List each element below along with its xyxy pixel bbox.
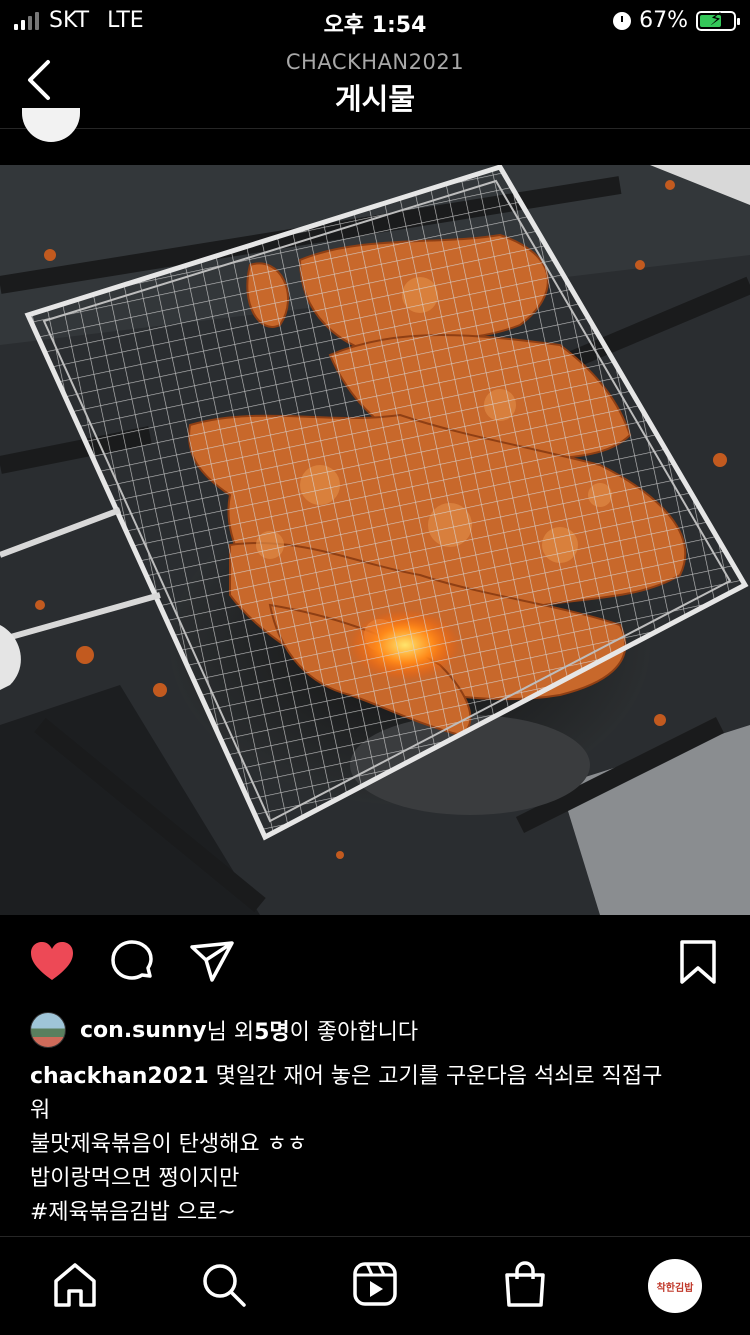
liker-avatar[interactable]: [30, 1012, 66, 1048]
caption-line-1: chackhan2021 몇일간 재어 놓은 고기를 구운다음 석쇠로 직접구: [30, 1060, 720, 1094]
paper-plane-icon: [190, 941, 234, 982]
status-right: 67% ⚡: [613, 8, 740, 33]
alarm-icon: [613, 11, 632, 30]
home-icon: [54, 1263, 96, 1307]
tab-home[interactable]: [52, 1261, 98, 1309]
page-title: 게시물: [334, 82, 416, 116]
tab-search[interactable]: [200, 1261, 248, 1309]
caption-username[interactable]: chackhan2021: [30, 1064, 209, 1089]
tab-profile[interactable]: 착한김밥: [648, 1259, 702, 1313]
caption-line-4: 밥이랑먹으면 쩡이지만: [30, 1166, 240, 1191]
likes-suffix-text: 이 좋아합니다: [289, 1020, 419, 1045]
bookmark-icon: [680, 940, 716, 984]
comment-icon: [111, 940, 153, 980]
share-button[interactable]: [188, 938, 236, 986]
status-bar: SKT LTE 오후 1:54 67% ⚡: [0, 0, 750, 40]
save-button[interactable]: [676, 938, 720, 986]
caption-line-2: 워: [30, 1098, 51, 1123]
caption-text-1: 몇일간 재어 놓은 고기를 구운다음 석쇠로 직접구: [208, 1064, 663, 1089]
caption-hashtag[interactable]: #제육볶음김밥 으로~: [30, 1196, 720, 1230]
likes-count[interactable]: 5명: [254, 1014, 290, 1046]
liker-username[interactable]: con.sunny: [80, 1018, 207, 1043]
charging-bolt-icon: ⚡: [709, 8, 723, 30]
likes-summary[interactable]: con.sunny 님 외 5명 이 좋아합니다: [30, 1012, 418, 1048]
tab-shop[interactable]: [502, 1261, 548, 1309]
profile-logo-text: 착한김밥: [656, 1282, 694, 1294]
post-photo[interactable]: [0, 165, 750, 915]
battery-percent: 67%: [639, 8, 688, 33]
grilled-pork-photo: [0, 165, 750, 915]
likes-mid-text: 님 외: [206, 1020, 255, 1045]
battery-icon: ⚡: [696, 8, 740, 31]
author-avatar[interactable]: [22, 108, 80, 142]
caption-line-3: 불맛제육볶음이 탄생해요 ㅎㅎ: [30, 1132, 308, 1157]
shopping-bag-icon: [505, 1261, 545, 1307]
bottom-tab-bar: 착한김밥: [0, 1236, 750, 1335]
reels-icon: [353, 1262, 397, 1306]
comment-button[interactable]: [108, 938, 156, 986]
post-caption: chackhan2021 몇일간 재어 놓은 고기를 구운다음 석쇠로 직접구 …: [30, 1060, 720, 1230]
search-icon: [203, 1264, 246, 1307]
heart-filled-icon: [31, 942, 73, 980]
header-username[interactable]: CHACKHAN2021: [0, 50, 750, 74]
post-header: CHACKHAN2021 게시물: [0, 40, 750, 129]
tab-reels[interactable]: [352, 1261, 398, 1307]
post-actions: [0, 930, 750, 1000]
like-button[interactable]: [28, 938, 76, 986]
